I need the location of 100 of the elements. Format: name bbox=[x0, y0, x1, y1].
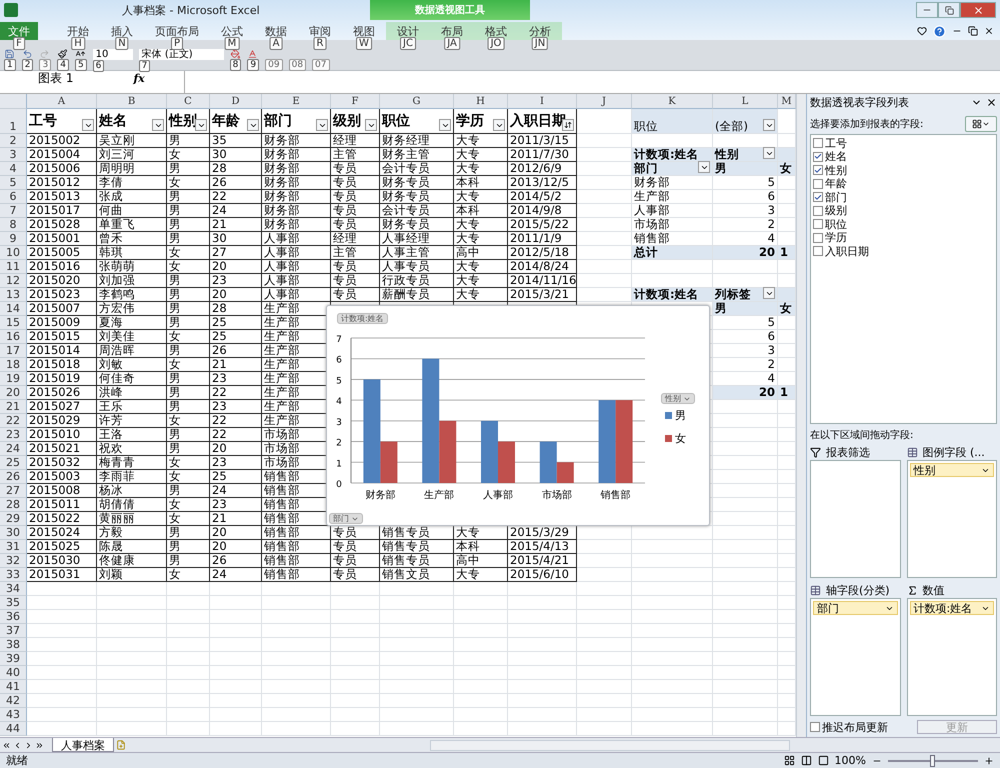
column-heading: 职位 bbox=[382, 114, 410, 128]
table-cell: 张萌萌 bbox=[97, 260, 167, 274]
table-cell: 24 bbox=[210, 568, 262, 582]
table-cell: 黄丽丽 bbox=[97, 512, 167, 526]
table-cell: 2015032 bbox=[27, 456, 97, 470]
ribbon-tab[interactable]: 格式 bbox=[474, 22, 518, 40]
table-cell: 李鹤鸣 bbox=[97, 288, 167, 302]
table-cell: 女 bbox=[167, 330, 210, 344]
ribbon-tab[interactable]: 分析 bbox=[518, 22, 562, 40]
axis-tick-label: 7 bbox=[336, 335, 342, 345]
table-cell: 女 bbox=[167, 260, 210, 274]
file-tab[interactable]: 文件 bbox=[0, 22, 38, 40]
axis-tick-label: 2 bbox=[336, 438, 342, 449]
table-cell: 男 bbox=[167, 218, 210, 232]
column-heading: 年龄 bbox=[212, 114, 240, 128]
keytip: 5 bbox=[74, 59, 87, 71]
name-box[interactable]: 图表 1 bbox=[38, 70, 74, 86]
column-heading: 姓名 bbox=[99, 114, 127, 128]
field-label: 学历 bbox=[825, 230, 847, 246]
row-header: 20 bbox=[0, 386, 27, 400]
table-cell: 女 bbox=[167, 148, 210, 162]
row-header: 35 bbox=[0, 596, 27, 610]
table-cell: 2015030 bbox=[27, 554, 97, 568]
area-title: 数值 bbox=[922, 582, 944, 598]
column-header: J bbox=[577, 94, 632, 109]
ribbon-tab[interactable]: 页面布局 bbox=[144, 22, 210, 40]
pivot-value: 6 bbox=[713, 330, 778, 344]
ribbon-tab[interactable]: 设计 bbox=[386, 22, 430, 40]
table-cell: 财务部 bbox=[262, 204, 331, 218]
ribbon-tab[interactable]: 布局 bbox=[430, 22, 474, 40]
axis-field-button[interactable]: 部门 bbox=[329, 513, 363, 524]
table-cell: 专员 bbox=[331, 554, 380, 568]
row-header: 4 bbox=[0, 162, 27, 176]
table-cell: 2015011 bbox=[27, 498, 97, 512]
table-cell: 男 bbox=[167, 428, 210, 442]
field-label: 性别 bbox=[825, 162, 847, 178]
table-cell: 22 bbox=[210, 386, 262, 400]
table-cell: 大专 bbox=[454, 526, 508, 540]
keytip: 6 bbox=[92, 60, 104, 72]
font-size-field[interactable]: 10 bbox=[92, 49, 133, 60]
field-chip[interactable]: 计数项:姓名 bbox=[910, 601, 994, 615]
field-chip[interactable]: 性别 bbox=[910, 463, 994, 477]
table-cell: 22 bbox=[210, 190, 262, 204]
table-cell: 2015015 bbox=[27, 330, 97, 344]
table-cell: 经理 bbox=[331, 232, 380, 246]
table-cell: 男 bbox=[167, 316, 210, 330]
ribbon-tab[interactable]: 插入 bbox=[100, 22, 144, 40]
column-header: A bbox=[27, 94, 97, 109]
table-cell: 2014/11/16 bbox=[508, 274, 577, 288]
keytip: 2 bbox=[22, 59, 34, 71]
fx-label[interactable]: fx bbox=[133, 72, 145, 84]
table-cell: 行政专员 bbox=[380, 274, 454, 288]
ribbon-tab[interactable]: 公式 bbox=[210, 22, 254, 40]
field-label: 工号 bbox=[825, 136, 847, 151]
row-header: 15 bbox=[0, 316, 27, 330]
table-cell: 2011/3/15 bbox=[508, 134, 577, 148]
keytip: F bbox=[13, 37, 25, 50]
table-cell: 财务部 bbox=[262, 176, 331, 190]
row-header: 11 bbox=[0, 260, 27, 274]
table-cell: 方宏伟 bbox=[97, 302, 167, 316]
table-cell: 男 bbox=[167, 484, 210, 498]
table-cell: 张成 bbox=[97, 190, 167, 204]
value-field-button[interactable]: 计数项:姓名 bbox=[337, 313, 388, 324]
ribbon-tab[interactable]: 数据 bbox=[254, 22, 298, 40]
axis-tick-label: 1 bbox=[336, 459, 342, 470]
column-header: G bbox=[380, 94, 454, 109]
table-cell: 会计专员 bbox=[380, 204, 454, 218]
table-cell: 梅青青 bbox=[97, 456, 167, 470]
table-cell: 21 bbox=[210, 218, 262, 232]
table-cell: 2015008 bbox=[27, 484, 97, 498]
pivot-header: 性别 bbox=[715, 148, 739, 161]
table-cell: 大专 bbox=[454, 148, 508, 162]
table-cell: 周浩晖 bbox=[97, 344, 167, 358]
table-cell: 2011/1/9 bbox=[508, 232, 577, 246]
ribbon-tab[interactable]: 开始 bbox=[56, 22, 100, 40]
table-cell: 财务专员 bbox=[380, 190, 454, 204]
legend-field-button[interactable]: 性别 bbox=[661, 393, 695, 404]
pivot-filter-label: 职位 bbox=[632, 109, 713, 134]
sheet-tab[interactable]: 人事档案 bbox=[52, 738, 114, 752]
row-header: 26 bbox=[0, 470, 27, 484]
table-cell: 主管 bbox=[331, 148, 380, 162]
field-chip[interactable]: 部门 bbox=[813, 601, 898, 615]
row-header: 29 bbox=[0, 512, 27, 526]
pivot-total: 20 bbox=[713, 386, 778, 400]
table-cell: 22 bbox=[210, 414, 262, 428]
column-header: K bbox=[632, 94, 713, 109]
keytip: JC bbox=[400, 37, 416, 50]
column-header: I bbox=[508, 94, 577, 109]
ribbon-tab[interactable]: 审阅 bbox=[298, 22, 342, 40]
table-cell: 方毅 bbox=[97, 526, 167, 540]
row-header: 1 bbox=[0, 109, 27, 134]
table-cell: 23 bbox=[210, 372, 262, 386]
table-cell: 何佳奇 bbox=[97, 372, 167, 386]
table-cell: 专员 bbox=[331, 176, 380, 190]
table-cell: 本科 bbox=[454, 176, 508, 190]
row-header: 30 bbox=[0, 526, 27, 540]
ribbon-tab[interactable]: 视图 bbox=[342, 22, 386, 40]
table-cell: 陈晟 bbox=[97, 540, 167, 554]
row-header: 2 bbox=[0, 134, 27, 148]
table-cell: 23 bbox=[210, 274, 262, 288]
